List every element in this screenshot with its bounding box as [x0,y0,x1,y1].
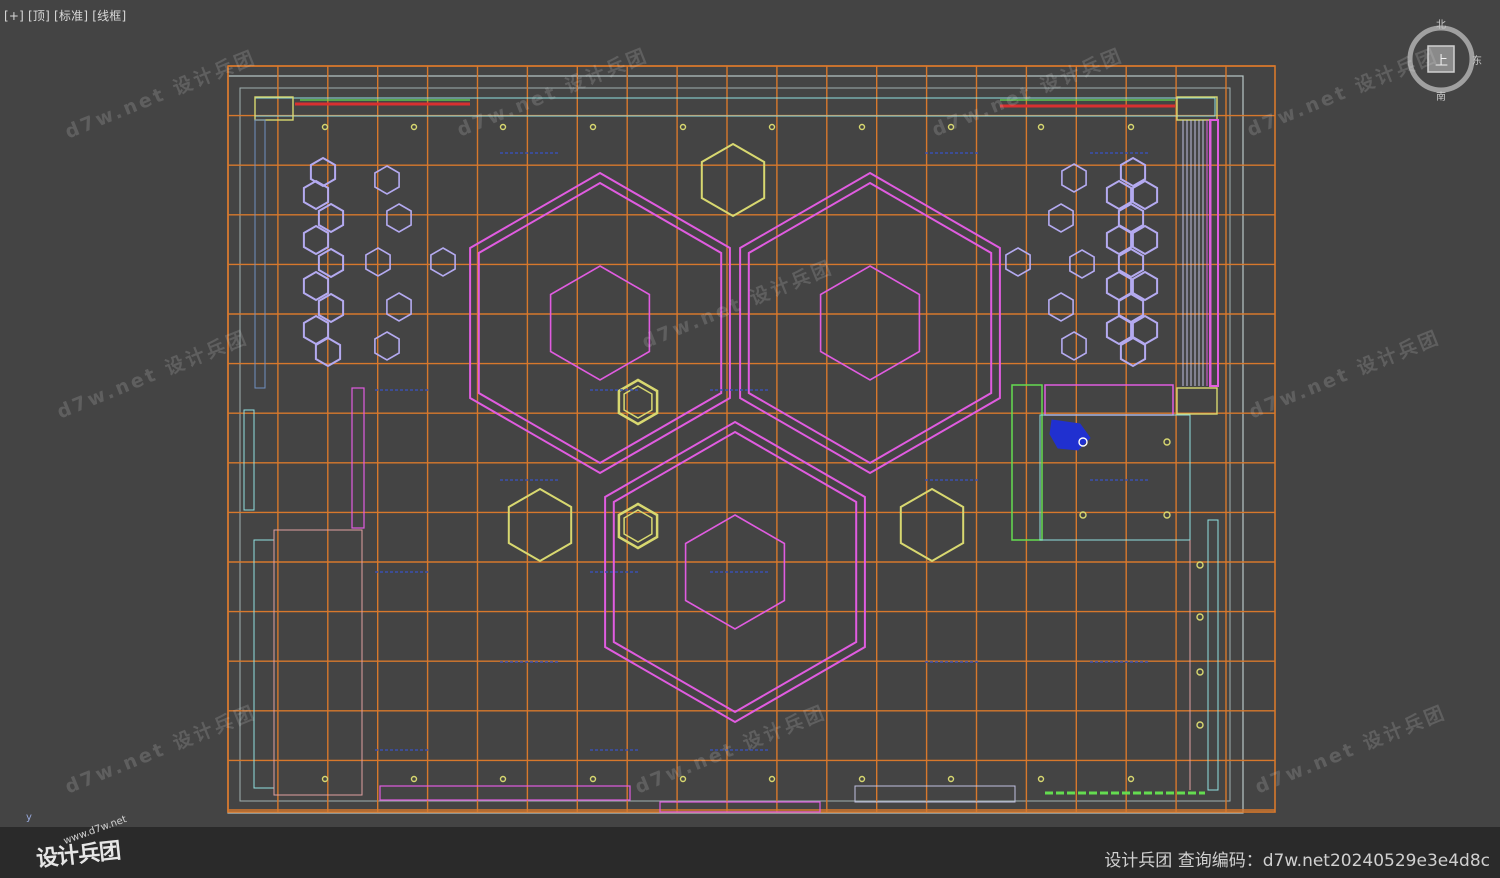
viewport-label[interactable]: [+] [顶] [标准] [线框] [4,7,126,24]
downlight [1037,775,1045,783]
left-room [273,529,363,796]
viewport-menu-plus[interactable]: [+] [4,9,24,23]
large-hex-ceiling-inner [477,181,723,465]
bottom-cabinet [379,785,631,801]
honeycomb-hex [1048,203,1074,233]
downlight [589,123,597,131]
honeycomb-hex [374,165,400,195]
downlight [589,775,597,783]
downlight [858,775,866,783]
downlight [679,775,687,783]
axis-y-label: y [26,812,32,823]
honeycomb-hex [1061,163,1087,193]
honeycomb-hex [386,203,412,233]
viewport-menu-standard[interactable]: [标准] [54,9,88,23]
downlight [858,123,866,131]
left-window [243,409,255,511]
honeycomb-hex [1061,331,1087,361]
downlight [1163,438,1171,446]
query-code-text: 设计兵团 查询编码：d7w.net20240529e3e4d8c [1104,851,1490,871]
yellow-hex-light [507,487,573,563]
floor-plan-drawing[interactable] [0,0,1500,827]
viewcube-south-label[interactable]: 南 [1436,88,1446,103]
viewcube-north-label[interactable]: 北 [1436,16,1446,31]
large-hex-ceiling-outer [469,171,731,475]
honeycomb-hex [302,270,330,302]
honeycomb-hex [1117,247,1145,279]
bottom-cabinet [854,785,1016,803]
downlight [679,123,687,131]
honeycomb-hex [302,179,330,211]
downlight [1127,123,1135,131]
left-window [253,539,275,789]
viewcube-face-label[interactable]: 上 [1435,50,1448,69]
honeycomb-hex [317,202,345,234]
right-window [1207,519,1219,791]
downlight [410,775,418,783]
large-hex-ceiling-outer [739,171,1001,475]
honeycomb-hex [1105,270,1133,302]
honeycomb-hex [1048,292,1074,322]
right-cabinet [1044,384,1174,416]
downlight [499,123,507,131]
downlight [1196,613,1204,621]
downlight [1196,668,1204,676]
honeycomb-hex [1119,336,1147,368]
honeycomb-hex [302,224,330,256]
ceiling-grid-border [227,65,1276,813]
yellow-hex-light [899,487,965,563]
downlight [1196,561,1204,569]
column [254,96,294,121]
column [1176,387,1218,415]
honeycomb-hex [1105,314,1133,346]
viewcube-east-label[interactable]: 东 [1472,52,1482,67]
honeycomb-hex [1119,156,1147,188]
large-hex-ceiling-inner [747,181,993,465]
honeycomb-hex [1131,179,1159,211]
honeycomb-hex [386,292,412,322]
column [1176,96,1218,121]
viewport-menu-shading[interactable]: [线框] [92,9,126,23]
downlight [1196,721,1204,729]
downlight [947,775,955,783]
downlight [410,123,418,131]
honeycomb-hex [1105,224,1133,256]
downlight [1037,123,1045,131]
honeycomb-hex [1105,179,1133,211]
downlight [1127,775,1135,783]
downlight [768,775,776,783]
outer-wall [227,75,1244,814]
yellow-hex-lamp-inner [623,509,653,543]
yellow-hex-light [700,142,766,218]
viewcube[interactable]: 上 北 南 东 [1406,20,1482,103]
downlight [321,775,329,783]
left-wall-panel [254,119,266,389]
viewport-menu-view[interactable]: [顶] [28,9,50,23]
honeycomb-hex [374,331,400,361]
downlight [321,123,329,131]
left-cabinet [351,387,365,529]
honeycomb-hex [430,247,456,277]
honeycomb-hex [317,292,345,324]
downlight [768,123,776,131]
honeycomb-hex [317,247,345,279]
viewport-top-wireframe[interactable]: [+] [顶] [标准] [线框] 上 北 南 东 y d7w.net 设计兵团… [0,0,1500,827]
honeycomb-hex [1131,224,1159,256]
bottom-bar: 设计兵团 www.d7w.net 设计兵团 查询编码：d7w.net202405… [0,814,1500,878]
honeycomb-hex [1131,270,1159,302]
downlight [947,123,955,131]
downlight [499,775,507,783]
